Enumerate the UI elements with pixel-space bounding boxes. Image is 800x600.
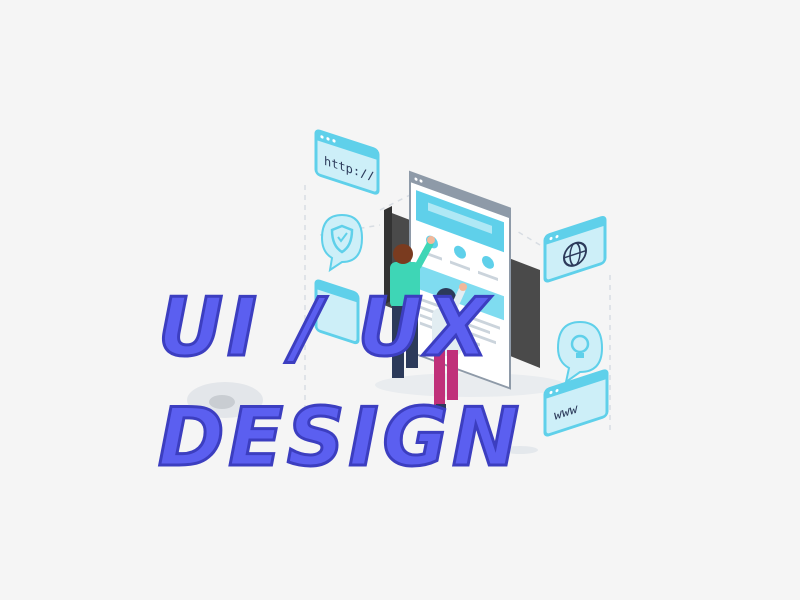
globe-window-icon — [543, 216, 607, 283]
headline-line-1: UI / UX — [156, 281, 493, 374]
shield-icon — [320, 213, 364, 273]
http-window-icon: http:// — [314, 129, 380, 195]
headline-line-2: DESIGN — [156, 391, 524, 484]
